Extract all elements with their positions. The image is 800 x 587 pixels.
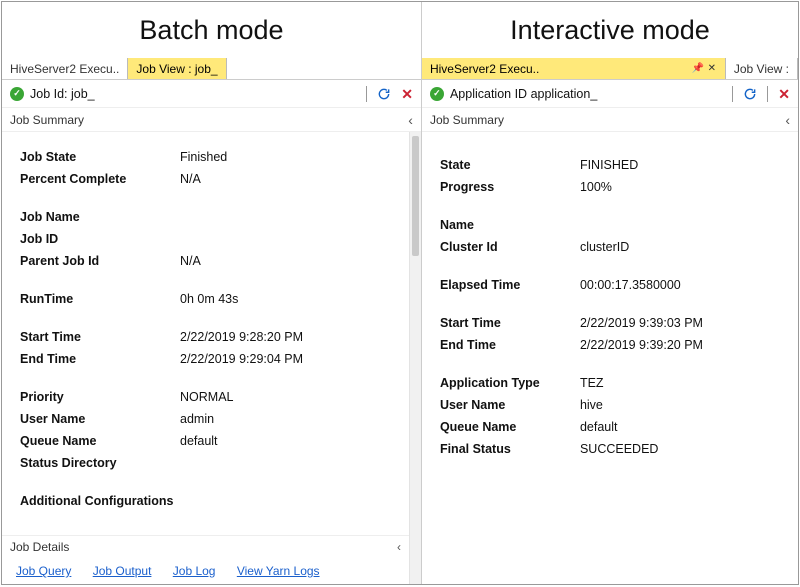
row-end-time: End Time2/22/2019 9:39:20 PM: [440, 334, 792, 356]
row-runtime: RunTime0h 0m 43s: [20, 288, 399, 310]
link-view-yarn-logs[interactable]: View Yarn Logs: [237, 564, 320, 578]
link-job-log[interactable]: Job Log: [173, 564, 216, 578]
cancel-icon[interactable]: ✕: [778, 87, 790, 101]
job-id-label: Job Id: job_: [30, 87, 95, 101]
row-job-id: Job ID: [20, 228, 399, 250]
row-final-status: Final StatusSUCCEEDED: [440, 438, 792, 460]
link-job-output[interactable]: Job Output: [93, 564, 152, 578]
row-end-time: End Time2/22/2019 9:29:04 PM: [20, 348, 399, 370]
batch-summary-content: Job StateFinished Percent CompleteN/A Jo…: [2, 132, 421, 520]
refresh-icon[interactable]: [743, 87, 757, 101]
batch-tabbar: HiveServer2 Execu.. Job View : job_: [2, 58, 421, 80]
row-parent-job-id: Parent Job IdN/A: [20, 250, 399, 272]
link-job-query[interactable]: Job Query: [16, 564, 71, 578]
batch-panel: Batch mode HiveServer2 Execu.. Job View …: [2, 2, 421, 584]
job-detail-links: Job Query Job Output Job Log View Yarn L…: [2, 558, 409, 584]
interactive-tabbar: HiveServer2 Execu.. 📌 ✕ Job View :: [422, 58, 798, 80]
row-app-type: Application TypeTEZ: [440, 372, 792, 394]
row-start-time: Start Time2/22/2019 9:39:03 PM: [440, 312, 792, 334]
scrollbar-thumb[interactable]: [412, 136, 419, 256]
toolbar-divider: [732, 86, 733, 102]
scrollbar[interactable]: [409, 132, 421, 584]
row-elapsed: Elapsed Time00:00:17.3580000: [440, 274, 792, 296]
interactive-panel: Interactive mode HiveServer2 Execu.. 📌 ✕…: [421, 2, 798, 584]
success-icon: ✓: [10, 87, 24, 101]
interactive-body: StateFINISHED Progress100% Name Cluster …: [422, 132, 798, 584]
job-details-header[interactable]: Job Details ‹: [2, 535, 409, 558]
interactive-summary-content: StateFINISHED Progress100% Name Cluster …: [422, 132, 798, 468]
batch-mode-title: Batch mode: [2, 2, 421, 58]
row-state: StateFINISHED: [440, 154, 792, 176]
row-queue-name: Queue Namedefault: [20, 430, 399, 452]
tab-job-view[interactable]: Job View :: [726, 58, 798, 80]
row-queue-name: Queue Namedefault: [440, 416, 792, 438]
row-name: Name: [440, 214, 792, 236]
pin-icon[interactable]: 📌: [693, 64, 703, 74]
comparison-container: Batch mode HiveServer2 Execu.. Job View …: [1, 1, 799, 585]
chevron-left-icon: ‹: [785, 108, 790, 132]
batch-body: Job StateFinished Percent CompleteN/A Jo…: [2, 132, 421, 584]
row-job-state: Job StateFinished: [20, 146, 399, 168]
row-percent-complete: Percent CompleteN/A: [20, 168, 399, 190]
row-start-time: Start Time2/22/2019 9:28:20 PM: [20, 326, 399, 348]
success-icon: ✓: [430, 87, 444, 101]
refresh-icon[interactable]: [377, 87, 391, 101]
toolbar-divider: [366, 86, 367, 102]
cancel-icon[interactable]: ✕: [401, 87, 413, 101]
toolbar-divider: [767, 86, 768, 102]
row-progress: Progress100%: [440, 176, 792, 198]
chevron-left-icon: ‹: [408, 108, 413, 132]
row-user-name: User Nameadmin: [20, 408, 399, 430]
tab-hiveserver2[interactable]: HiveServer2 Execu..: [2, 58, 128, 80]
job-summary-header[interactable]: Job Summary ‹: [422, 108, 798, 132]
interactive-toolbar: ✓ Application ID application_ ✕: [422, 80, 798, 108]
row-status-dir: Status Directory: [20, 452, 399, 474]
row-job-name: Job Name: [20, 206, 399, 228]
row-priority: PriorityNORMAL: [20, 386, 399, 408]
row-cluster-id: Cluster IdclusterID: [440, 236, 792, 258]
tab-hiveserver2[interactable]: HiveServer2 Execu.. 📌 ✕: [422, 58, 726, 80]
close-icon[interactable]: ✕: [707, 64, 717, 74]
row-additional-conf: Additional Configurations: [20, 490, 399, 512]
application-id-label: Application ID application_: [450, 87, 597, 101]
tab-job-view[interactable]: Job View : job_: [128, 58, 226, 80]
interactive-mode-title: Interactive mode: [422, 2, 798, 58]
row-user-name: User Namehive: [440, 394, 792, 416]
job-summary-header[interactable]: Job Summary ‹: [2, 108, 421, 132]
batch-toolbar: ✓ Job Id: job_ ✕: [2, 80, 421, 108]
